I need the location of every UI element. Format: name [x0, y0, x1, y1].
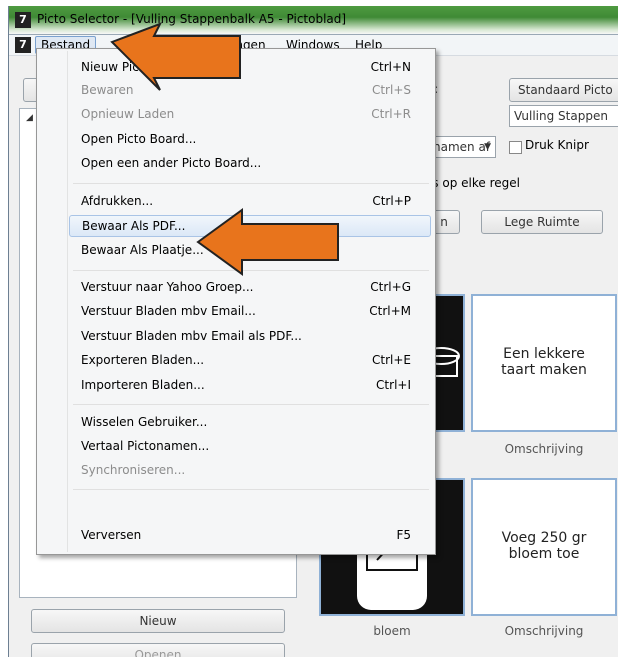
new-button[interactable]: Nieuw: [31, 609, 285, 633]
menu-item-label: Synchroniseren...: [81, 463, 186, 477]
menu-item-label: Afdrukken...: [81, 194, 154, 208]
menu-item-label: Verstuur Bladen mbv Email...: [81, 304, 256, 318]
menu-item-label: Bewaar Als PDF...: [82, 219, 186, 233]
picto-selector-app-icon: 7: [15, 12, 31, 28]
description-card-2[interactable]: Voeg 250 gr bloem toe: [471, 478, 617, 616]
description-text: Voeg 250 gr bloem toe: [501, 530, 587, 562]
arrow-annotation-icon: [110, 22, 241, 91]
standard-picto-button[interactable]: Standaard Picto: [509, 78, 618, 102]
menu-item-shortcut: Ctrl+E: [372, 353, 411, 367]
menu-item-send-email[interactable]: Verstuur Bladen mbv Email... Ctrl+M: [81, 301, 421, 321]
menu-item-switch-user[interactable]: Wisselen Gebruiker...: [81, 412, 421, 432]
menu-item-open-other-board[interactable]: Open een ander Picto Board...: [81, 153, 421, 173]
description-caption: Omschrijving: [504, 442, 584, 456]
chevron-down-icon: ▼: [484, 142, 491, 152]
menu-item-label: Open een ander Picto Board...: [81, 156, 262, 170]
file-menu: Nieuw Pictoblad Ctrl+N Bewaren Ctrl+S Op…: [36, 48, 436, 555]
names-dropdown[interactable]: namen af ▼: [429, 136, 496, 158]
menu-item-label: Bewaar Als Plaatje...: [81, 243, 204, 257]
menu-item-synchronize[interactable]: Synchroniseren...: [81, 460, 421, 480]
menu-item-label: Opnieuw Laden: [81, 107, 175, 121]
description-text: Een lekkere taart maken: [501, 346, 587, 378]
menu-item-reload[interactable]: Opnieuw Laden Ctrl+R: [81, 104, 421, 124]
system-menu-icon[interactable]: 7: [15, 37, 31, 53]
description-caption: Omschrijving: [504, 624, 584, 638]
menu-item-shortcut: Ctrl+R: [371, 107, 411, 121]
menu-item-label: Exporteren Bladen...: [81, 353, 205, 367]
menu-icon-gutter: [67, 51, 68, 552]
menu-item-open-picto-board[interactable]: Open Picto Board...: [81, 129, 421, 149]
menu-item-shortcut: Ctrl+S: [371, 83, 411, 97]
menu-separator: [73, 489, 429, 490]
menu-item-shortcut: Ctrl+N: [370, 60, 411, 74]
menu-item-label: Wisselen Gebruiker...: [81, 415, 208, 429]
menu-item-import[interactable]: Importeren Bladen... Ctrl+I: [81, 375, 421, 395]
menu-item-label: Vertaal Pictonamen...: [81, 439, 210, 453]
menu-item-translate-names[interactable]: Vertaal Pictonamen...: [81, 436, 421, 456]
picto-caption: bloem: [373, 624, 411, 638]
menu-item-send-yahoo[interactable]: Verstuur naar Yahoo Groep... Ctrl+G: [81, 277, 421, 297]
title-bar: 7 Picto Selector - [Vulling Stappenbalk …: [9, 6, 618, 35]
menu-item-label: Verstuur naar Yahoo Groep...: [81, 280, 254, 294]
print-checkbox-label: Druk Knipr: [525, 138, 589, 152]
menu-item-export[interactable]: Exporteren Bladen... Ctrl+E: [81, 350, 421, 370]
menu-item-shortcut: Ctrl+M: [369, 304, 411, 318]
menu-item-label: Importeren Bladen...: [81, 378, 205, 392]
tree-expander-icon[interactable]: ◢: [26, 113, 33, 123]
empty-space-button[interactable]: Lege Ruimte: [481, 210, 603, 234]
menu-item-shortcut: Ctrl+G: [370, 280, 411, 294]
menu-separator: [73, 404, 429, 405]
per-row-label: 's op elke regel: [429, 176, 520, 190]
menu-item-send-email-pdf[interactable]: Verstuur Bladen mbv Email als PDF...: [81, 326, 421, 346]
menu-separator: [73, 183, 429, 184]
print-checkbox[interactable]: [509, 141, 522, 154]
menu-item-shortcut: Ctrl+I: [376, 378, 411, 392]
menu-item-label: Verversen: [81, 528, 142, 542]
menu-item-shortcut: F5: [396, 528, 411, 542]
names-dropdown-value: namen af: [433, 140, 491, 154]
open-button[interactable]: Openen: [31, 643, 285, 657]
description-card-1[interactable]: Een lekkere taart maken: [471, 294, 617, 432]
menu-item-label: Verstuur Bladen mbv Email als PDF...: [81, 329, 302, 343]
sheet-name-field[interactable]: Vulling Stappen: [509, 105, 618, 127]
menu-item-refresh[interactable]: Verversen F5: [81, 525, 421, 545]
arrow-annotation-icon: [196, 208, 339, 276]
menu-item-shortcut: Ctrl+P: [372, 194, 411, 208]
menu-item-label: Open Picto Board...: [81, 132, 197, 146]
